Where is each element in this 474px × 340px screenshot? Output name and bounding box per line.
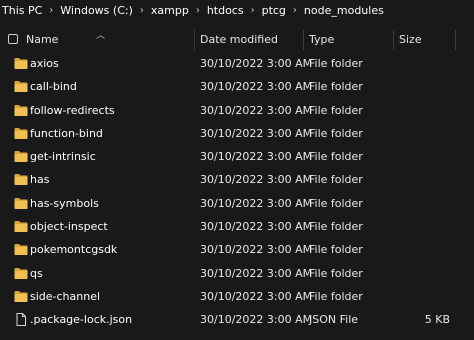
item-type: File folder [309, 196, 363, 210]
chevron-right-icon[interactable]: › [189, 5, 207, 16]
item-name: call-bind [30, 80, 77, 94]
file-list: axios 30/10/2022 3:00 AM File folder call-b… [0, 52, 474, 332]
item-date-modified: 30/10/2022 3:00 AM [200, 289, 313, 303]
chevron-right-icon[interactable]: › [133, 5, 151, 16]
item-type: File folder [309, 80, 363, 94]
item-name: get-intrinsic [30, 150, 96, 164]
column-divider[interactable] [393, 30, 394, 50]
breadcrumb-item-this-pc[interactable]: This PC [2, 4, 42, 17]
item-date-modified: 30/10/2022 3:00 AM [200, 313, 313, 327]
item-type: File folder [309, 150, 363, 164]
item-date-modified: 30/10/2022 3:00 AM [200, 150, 313, 164]
item-name: qs [30, 266, 43, 280]
column-header: Name ︿ Date modified Type Size [0, 28, 474, 52]
breadcrumb-item-node-modules[interactable]: node_modules [304, 4, 384, 17]
folder-icon [14, 80, 28, 93]
item-size [420, 215, 450, 238]
item-date-modified: 30/10/2022 3:00 AM [200, 266, 313, 280]
item-date-modified: 30/10/2022 3:00 AM [200, 220, 313, 234]
item-type: File folder [309, 243, 363, 257]
sort-ascending-icon: ︿ [96, 31, 106, 41]
folder-icon [14, 57, 28, 70]
item-size [420, 238, 450, 261]
list-item[interactable]: object-inspect 30/10/2022 3:00 AM File fol… [0, 215, 474, 238]
list-item[interactable]: pokemontcgsdk 30/10/2022 3:00 AM File fold… [0, 238, 474, 261]
item-date-modified: 30/10/2022 3:00 AM [200, 196, 313, 210]
chevron-right-icon[interactable]: › [42, 5, 60, 16]
list-item[interactable]: call-bind 30/10/2022 3:00 AM File folder [0, 75, 474, 98]
chevron-right-icon[interactable]: › [286, 5, 304, 16]
item-type: File folder [309, 220, 363, 234]
column-size-header[interactable]: Size [399, 28, 422, 52]
item-name: has-symbols [30, 196, 99, 210]
folder-icon [14, 197, 28, 210]
list-item[interactable]: function-bind 30/10/2022 3:00 AM File fold… [0, 122, 474, 145]
folder-icon [14, 243, 28, 256]
select-all-checkbox[interactable] [8, 34, 18, 44]
item-size [420, 192, 450, 215]
list-item[interactable]: follow-redirects 30/10/2022 3:00 AM File f… [0, 99, 474, 122]
item-size [420, 285, 450, 308]
item-name: has [30, 173, 50, 187]
item-name: function-bind [30, 126, 103, 140]
item-date-modified: 30/10/2022 3:00 AM [200, 126, 313, 140]
item-type: File folder [309, 126, 363, 140]
column-divider[interactable] [194, 30, 195, 50]
item-type: File folder [309, 289, 363, 303]
breadcrumb-item-ptcg[interactable]: ptcg [262, 4, 286, 17]
folder-icon [14, 173, 28, 186]
item-size [420, 168, 450, 191]
item-date-modified: 30/10/2022 3:00 AM [200, 173, 313, 187]
folder-icon [14, 127, 28, 140]
file-icon [14, 313, 28, 327]
item-type: File folder [309, 266, 363, 280]
item-size [420, 75, 450, 98]
item-size [420, 262, 450, 285]
list-item[interactable]: axios 30/10/2022 3:00 AM File folder [0, 52, 474, 75]
item-name: follow-redirects [30, 103, 115, 117]
item-date-modified: 30/10/2022 3:00 AM [200, 57, 313, 70]
item-name: side-channel [30, 289, 101, 303]
item-name: pokemontcgsdk [30, 243, 118, 257]
folder-icon [14, 220, 28, 233]
item-size [420, 122, 450, 145]
folder-icon [14, 267, 28, 280]
item-name: axios [30, 57, 59, 70]
item-size: 5 KB [424, 313, 450, 327]
item-type: File folder [309, 103, 363, 117]
breadcrumb-item-windows-c[interactable]: Windows (C:) [60, 4, 133, 17]
column-type-header[interactable]: Type [309, 28, 334, 52]
item-name: object-inspect [30, 220, 108, 234]
list-item[interactable]: qs 30/10/2022 3:00 AM File folder [0, 262, 474, 285]
item-date-modified: 30/10/2022 3:00 AM [200, 103, 313, 117]
folder-icon [14, 290, 28, 303]
list-item[interactable]: has 30/10/2022 3:00 AM File folder [0, 168, 474, 191]
breadcrumb-item-htdocs[interactable]: htdocs [207, 4, 244, 17]
list-item[interactable]: side-channel 30/10/2022 3:00 AM File folde… [0, 285, 474, 308]
item-type: File folder [309, 173, 363, 187]
breadcrumb: This PC › Windows (C:) › xampp › htdocs … [0, 0, 474, 20]
item-size [420, 99, 450, 122]
list-item[interactable]: get-intrinsic 30/10/2022 3:00 AM File fold… [0, 145, 474, 168]
column-date-header[interactable]: Date modified [200, 28, 278, 52]
chevron-right-icon[interactable]: › [244, 5, 262, 16]
list-item[interactable]: has-symbols 30/10/2022 3:00 AM File folder [0, 192, 474, 215]
list-item[interactable]: .package-lock.json 30/10/2022 3:00 AM JSON… [0, 308, 474, 331]
item-date-modified: 30/10/2022 3:00 AM [200, 80, 313, 94]
column-name-header[interactable]: Name [26, 28, 58, 52]
column-divider[interactable] [455, 30, 456, 50]
item-size [420, 145, 450, 168]
item-type: File folder [309, 57, 363, 70]
item-size [420, 52, 450, 75]
file-explorer-window: This PC › Windows (C:) › xampp › htdocs … [0, 0, 474, 340]
folder-icon [14, 104, 28, 117]
column-divider[interactable] [303, 30, 304, 50]
breadcrumb-item-xampp[interactable]: xampp [151, 4, 189, 17]
item-type: JSON File [309, 313, 359, 327]
item-name: .package-lock.json [30, 313, 133, 327]
folder-icon [14, 150, 28, 163]
item-date-modified: 30/10/2022 3:00 AM [200, 243, 313, 257]
